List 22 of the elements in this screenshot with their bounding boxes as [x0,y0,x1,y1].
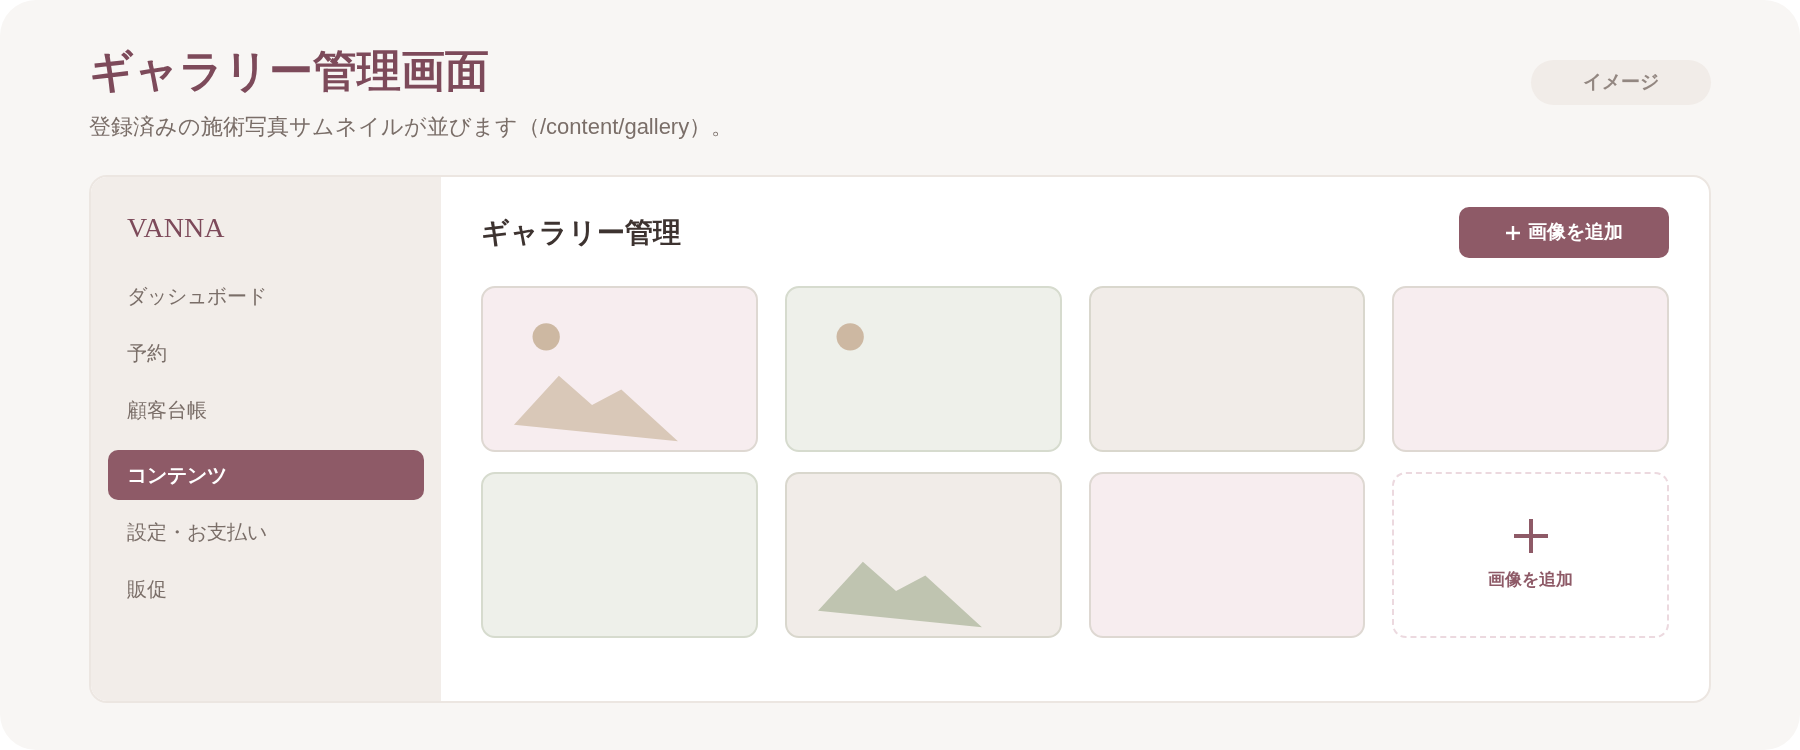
plus-icon [1511,517,1550,556]
thumbnail[interactable] [481,286,758,452]
brand-logo: VANNA [126,211,226,245]
add-image-tile[interactable]: 画像を追加 [1392,472,1669,638]
image-badge: イメージ [1531,60,1711,105]
section-title: ギャラリー管理 [481,215,681,250]
thumbnail[interactable] [481,472,758,638]
thumbnail[interactable] [784,472,1062,638]
thumbnail[interactable] [1088,286,1366,452]
nav-item[interactable]: コンテンツ [108,450,424,500]
page-subtitle: 登録済みの施術写真サムネイルが並びます（/content/gallery）。 [89,113,734,141]
thumbnail[interactable] [1088,472,1366,638]
nav-item[interactable]: 設定・お支払い [108,507,424,557]
nav-item[interactable]: ダッシュボード [108,271,424,321]
nav-item[interactable]: 予約 [108,328,424,378]
plus-icon [1505,225,1520,240]
add-image-button[interactable]: 画像を追加 [1459,207,1669,258]
nav-item[interactable]: 販促 [108,564,424,614]
page-title: ギャラリー管理画面 [89,46,490,98]
nav-item[interactable]: 顧客台帳 [108,385,424,435]
thumbnail[interactable] [784,286,1062,452]
thumbnail[interactable] [1392,286,1669,452]
